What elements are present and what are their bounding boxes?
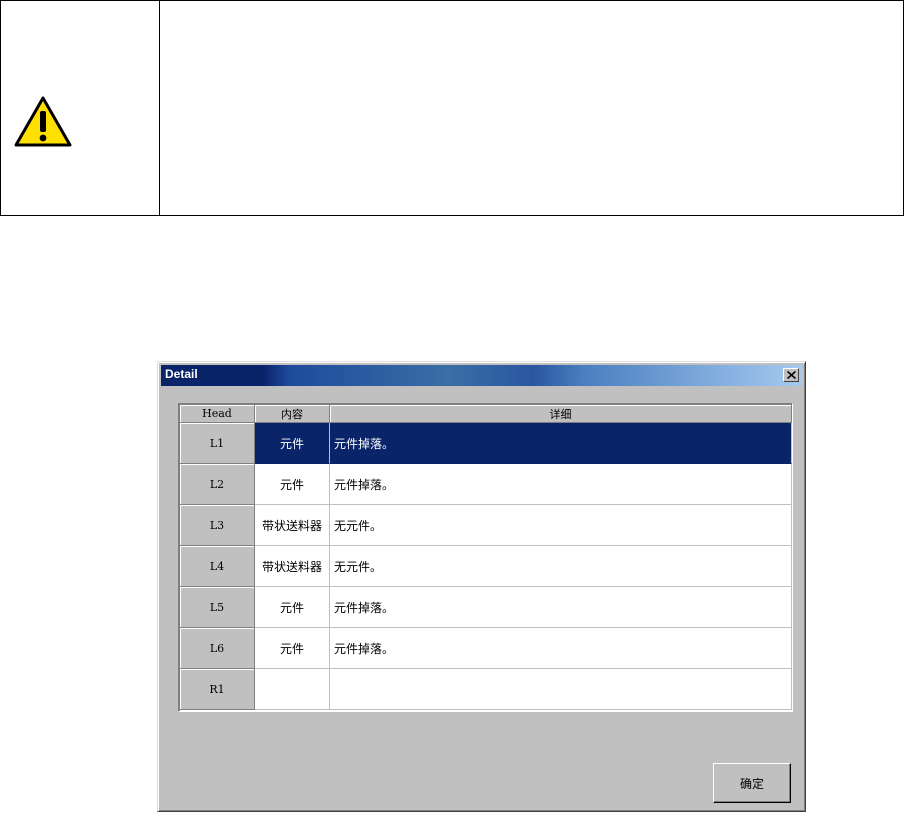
row-head-cell[interactable]: L5 xyxy=(180,587,255,628)
detail-grid[interactable]: Head 内容 详细 L1 元件 元件掉落。 L2 元件 元件掉落。 L3 带状送料器 无元件。… xyxy=(178,403,793,712)
row-detail-cell[interactable] xyxy=(330,669,792,710)
table-row[interactable]: L1 元件 元件掉落。 xyxy=(180,423,792,464)
dialog-title: Detail xyxy=(165,367,198,381)
warning-icon-cell xyxy=(1,1,160,215)
warning-triangle-icon xyxy=(14,96,72,147)
close-icon xyxy=(786,371,796,379)
grid-header-row: Head 内容 详细 xyxy=(180,405,792,423)
table-row[interactable]: L4 带状送料器 无元件。 xyxy=(180,546,792,587)
row-content-cell[interactable] xyxy=(255,669,330,710)
grid-body: Head 内容 详细 L1 元件 元件掉落。 L2 元件 元件掉落。 L3 带状送料器 无元件。… xyxy=(180,405,792,711)
row-head-cell[interactable]: L4 xyxy=(180,546,255,587)
row-content-cell[interactable]: 元件 xyxy=(255,587,330,628)
table-row[interactable]: R1 xyxy=(180,669,792,710)
warning-text-cell xyxy=(160,1,903,215)
row-detail-cell[interactable]: 元件掉落。 xyxy=(330,464,792,505)
row-head-cell[interactable]: L3 xyxy=(180,505,255,546)
row-detail-cell[interactable]: 无元件。 xyxy=(330,546,792,587)
row-content-cell[interactable]: 带状送料器 xyxy=(255,505,330,546)
row-detail-cell[interactable]: 元件掉落。 xyxy=(330,628,792,669)
row-head-cell[interactable]: L6 xyxy=(180,628,255,669)
table-row[interactable]: L2 元件 元件掉落。 xyxy=(180,464,792,505)
row-head-cell[interactable]: L2 xyxy=(180,464,255,505)
column-header-detail[interactable]: 详细 xyxy=(330,405,792,423)
row-head-cell[interactable]: R1 xyxy=(180,669,255,710)
column-header-head[interactable]: Head xyxy=(180,405,255,423)
row-detail-cell[interactable]: 元件掉落。 xyxy=(330,423,792,464)
row-content-cell[interactable]: 带状送料器 xyxy=(255,546,330,587)
row-detail-cell[interactable]: 元件掉落。 xyxy=(330,587,792,628)
row-content-cell[interactable]: 元件 xyxy=(255,628,330,669)
row-detail-cell[interactable]: 无元件。 xyxy=(330,505,792,546)
table-row[interactable]: L3 带状送料器 无元件。 xyxy=(180,505,792,546)
dialog-titlebar[interactable]: Detail xyxy=(161,365,802,386)
row-head-cell[interactable]: L1 xyxy=(180,423,255,464)
column-header-content[interactable]: 内容 xyxy=(255,405,330,423)
ok-button[interactable]: 确定 xyxy=(713,763,791,803)
close-button[interactable] xyxy=(783,368,799,382)
table-row[interactable]: L5 元件 元件掉落。 xyxy=(180,587,792,628)
detail-dialog: Detail Head 内容 详细 L1 元件 元件掉落。 L2 元件 元件掉落。 L3 带状… xyxy=(157,361,806,812)
table-row[interactable]: L6 元件 元件掉落。 xyxy=(180,628,792,669)
row-content-cell[interactable]: 元件 xyxy=(255,423,330,464)
row-content-cell[interactable]: 元件 xyxy=(255,464,330,505)
warning-box xyxy=(0,0,904,216)
